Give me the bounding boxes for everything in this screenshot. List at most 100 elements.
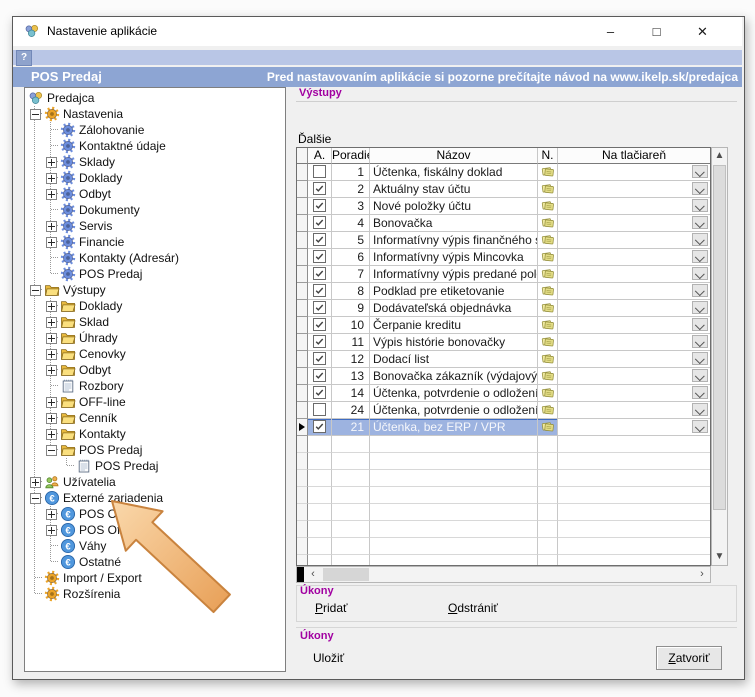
active-checkbox[interactable] xyxy=(313,267,326,280)
active-checkbox[interactable] xyxy=(313,403,326,416)
printer-select[interactable] xyxy=(558,283,710,300)
active-checkbox[interactable] xyxy=(313,284,326,297)
tree-item[interactable]: Doklady xyxy=(27,170,285,186)
active-checkbox[interactable] xyxy=(313,318,326,331)
save-button[interactable]: Uložiť xyxy=(313,651,344,665)
tree-item[interactable]: Sklad xyxy=(27,314,285,330)
dropdown-button[interactable] xyxy=(692,352,708,365)
table-row[interactable]: 8Podklad pre etiketovanie xyxy=(297,283,710,300)
table-row[interactable]: 2Aktuálny stav účtu xyxy=(297,181,710,198)
expand-toggle[interactable] xyxy=(46,173,57,184)
tree-item[interactable]: POS Predaj xyxy=(27,442,285,458)
expand-toggle[interactable] xyxy=(46,221,57,232)
scroll-left-button[interactable]: ‹ xyxy=(305,567,321,582)
tree-item[interactable]: Doklady xyxy=(27,298,285,314)
expand-toggle[interactable] xyxy=(46,333,57,344)
expand-toggle[interactable] xyxy=(46,509,57,520)
printer-select[interactable] xyxy=(558,317,710,334)
maximize-button[interactable]: □ xyxy=(634,17,679,46)
dropdown-button[interactable] xyxy=(692,267,708,280)
table-row[interactable]: 1Účtenka, fiskálny doklad xyxy=(297,164,710,181)
dropdown-button[interactable] xyxy=(692,335,708,348)
active-checkbox[interactable] xyxy=(313,369,326,382)
dropdown-button[interactable] xyxy=(692,420,708,433)
active-checkbox[interactable] xyxy=(313,199,326,212)
tree-item[interactable]: Externé zariadenia xyxy=(27,490,285,506)
tree-item[interactable]: Financie xyxy=(27,234,285,250)
table-row[interactable]: 7Informatívny výpis predané položk xyxy=(297,266,710,283)
tree-item[interactable]: Predajca xyxy=(27,90,285,106)
dropdown-button[interactable] xyxy=(692,284,708,297)
active-checkbox[interactable] xyxy=(313,301,326,314)
printer-select[interactable] xyxy=(558,368,710,385)
table-row[interactable]: 10Čerpanie kreditu xyxy=(297,317,710,334)
dropdown-button[interactable] xyxy=(692,318,708,331)
expand-toggle[interactable] xyxy=(46,317,57,328)
active-checkbox[interactable] xyxy=(313,335,326,348)
expand-toggle[interactable] xyxy=(46,349,57,360)
scroll-thumb[interactable] xyxy=(713,165,726,510)
dropdown-button[interactable] xyxy=(692,403,708,416)
table-row[interactable]: 21Účtenka, bez ERP / VPR xyxy=(297,419,710,436)
tree-item[interactable]: Nastavenia xyxy=(27,106,285,122)
tree-item[interactable]: Kontakty xyxy=(27,426,285,442)
expand-toggle[interactable] xyxy=(46,413,57,424)
active-checkbox[interactable] xyxy=(313,250,326,263)
printer-select[interactable] xyxy=(558,164,710,181)
expand-toggle[interactable] xyxy=(46,301,57,312)
printer-select[interactable] xyxy=(558,232,710,249)
close-dialog-button[interactable]: Zatvoriť xyxy=(656,646,722,670)
table-row[interactable]: 24Účtenka, potvrdenie o odložení - p xyxy=(297,402,710,419)
scroll-up-button[interactable]: ▲︎ xyxy=(712,148,727,164)
active-checkbox[interactable] xyxy=(313,233,326,246)
expand-toggle[interactable] xyxy=(30,285,41,296)
expand-toggle[interactable] xyxy=(46,397,57,408)
expand-toggle[interactable] xyxy=(46,237,57,248)
active-checkbox[interactable] xyxy=(313,386,326,399)
active-checkbox[interactable] xyxy=(313,216,326,229)
tree-item[interactable]: POS Predaj xyxy=(27,266,285,282)
table-row[interactable]: 4Bonovačka xyxy=(297,215,710,232)
table-row[interactable]: 5Informatívny výpis finančného sta xyxy=(297,232,710,249)
horizontal-scrollbar[interactable]: ‹ › xyxy=(296,566,711,583)
printer-select[interactable] xyxy=(558,198,710,215)
tree-item[interactable]: Cenovky xyxy=(27,346,285,362)
dropdown-button[interactable] xyxy=(692,199,708,212)
expand-toggle[interactable] xyxy=(46,365,57,376)
printer-select[interactable] xyxy=(558,419,710,436)
dropdown-button[interactable] xyxy=(692,216,708,229)
tree-item[interactable]: Dokumenty xyxy=(27,202,285,218)
printer-select[interactable] xyxy=(558,351,710,368)
tree-item[interactable]: Import / Export xyxy=(27,570,285,586)
printer-select[interactable] xyxy=(558,402,710,419)
tree-item[interactable]: Užívatelia xyxy=(27,474,285,490)
printer-select[interactable] xyxy=(558,300,710,317)
dropdown-button[interactable] xyxy=(692,369,708,382)
tree-item[interactable]: POS Off-line xyxy=(27,522,285,538)
h-scroll-thumb[interactable] xyxy=(323,568,369,581)
tree-item[interactable]: Rozšírenia xyxy=(27,586,285,602)
vertical-scrollbar[interactable]: ▲︎ ▼︎ xyxy=(711,147,728,566)
printer-select[interactable] xyxy=(558,334,710,351)
tree-item[interactable]: POS Predaj xyxy=(27,458,285,474)
table-row[interactable]: 6Informatívny výpis Mincovka xyxy=(297,249,710,266)
expand-toggle[interactable] xyxy=(30,493,41,504)
tree-item[interactable]: Kontakty (Adresár) xyxy=(27,250,285,266)
printer-select[interactable] xyxy=(558,266,710,283)
printer-select[interactable] xyxy=(558,215,710,232)
printer-select[interactable] xyxy=(558,385,710,402)
expand-toggle[interactable] xyxy=(46,445,57,456)
active-checkbox[interactable] xyxy=(313,165,326,178)
scroll-right-button[interactable]: › xyxy=(694,567,710,582)
close-button[interactable]: ✕ xyxy=(680,17,725,46)
dropdown-button[interactable] xyxy=(692,233,708,246)
dropdown-button[interactable] xyxy=(692,301,708,314)
tree-item[interactable]: Rozbory xyxy=(27,378,285,394)
add-button[interactable]: Pridať xyxy=(315,601,348,615)
tree-item[interactable]: Ostatné xyxy=(27,554,285,570)
table-row[interactable]: 14Účtenka, potvrdenie o odložení xyxy=(297,385,710,402)
dropdown-button[interactable] xyxy=(692,386,708,399)
remove-button[interactable]: Odstrániť xyxy=(448,601,498,615)
expand-toggle[interactable] xyxy=(30,109,41,120)
active-checkbox[interactable] xyxy=(313,420,326,433)
